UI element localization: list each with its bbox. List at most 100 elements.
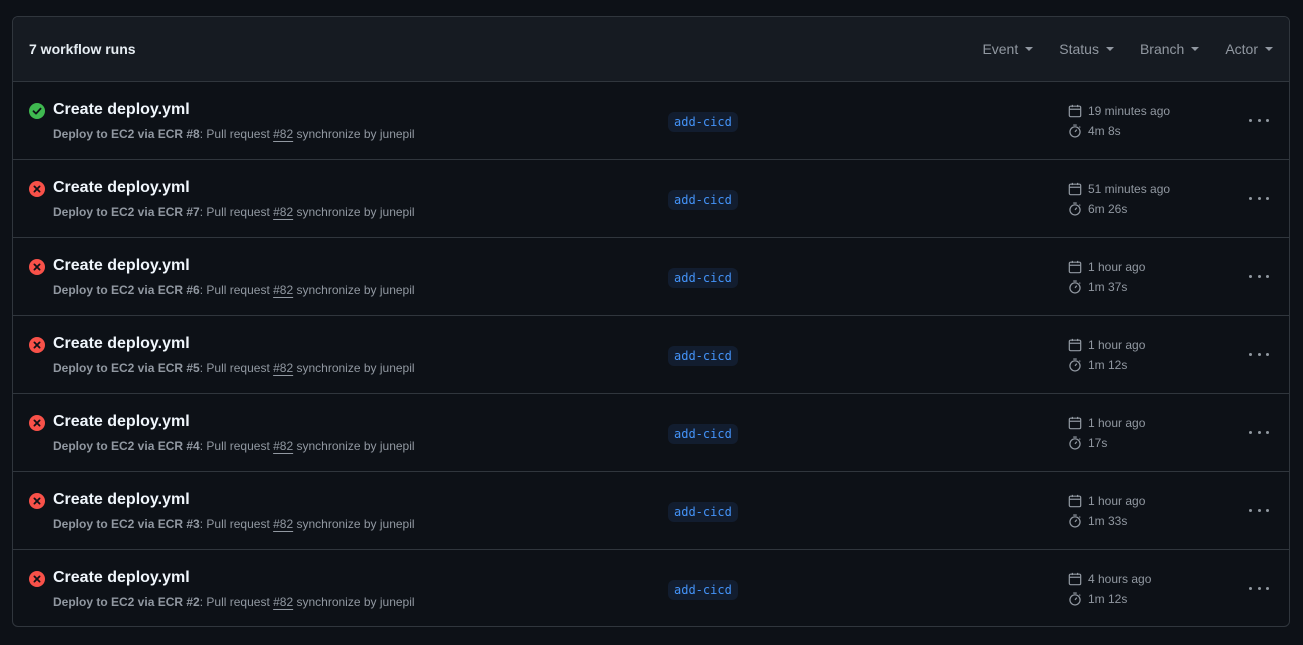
kebab-menu-button[interactable] bbox=[1249, 346, 1269, 362]
kebab-dot-icon bbox=[1249, 508, 1252, 512]
run-workflow-name: Deploy to EC2 via ECR bbox=[53, 517, 184, 531]
run-workflow-name: Deploy to EC2 via ECR bbox=[53, 283, 184, 297]
run-title-link[interactable]: Create deploy.yml bbox=[53, 101, 190, 119]
run-number: #6 bbox=[186, 283, 200, 297]
workflow-run-row: Create deploy.yml Deploy to EC2 via ECR … bbox=[13, 82, 1289, 160]
x-circle-icon bbox=[29, 337, 45, 353]
pull-request-link[interactable]: #82 bbox=[273, 595, 293, 609]
x-circle-icon bbox=[29, 415, 45, 431]
run-number: #2 bbox=[186, 595, 200, 609]
kebab-dot-icon bbox=[1257, 118, 1261, 122]
filter-actor-label: Actor bbox=[1225, 41, 1258, 57]
check-circle-icon bbox=[29, 103, 45, 119]
calendar-icon bbox=[1068, 260, 1082, 274]
run-duration: 1m 12s bbox=[1068, 358, 1127, 372]
run-action-text: synchronize by junepil bbox=[293, 517, 415, 531]
run-duration: 1m 12s bbox=[1068, 592, 1127, 606]
stopwatch-icon bbox=[1069, 280, 1081, 294]
kebab-dot-icon bbox=[1249, 430, 1252, 434]
workflow-runs-list: Create deploy.yml Deploy to EC2 via ECR … bbox=[13, 82, 1289, 626]
branch-label[interactable]: add-cicd bbox=[668, 112, 738, 132]
x-circle-icon bbox=[29, 493, 45, 509]
filter-branch-button[interactable]: Branch bbox=[1139, 41, 1200, 57]
stopwatch-icon bbox=[1069, 592, 1081, 606]
pull-request-link[interactable]: #82 bbox=[273, 283, 293, 297]
pull-request-link[interactable]: #82 bbox=[273, 205, 293, 219]
run-number: #5 bbox=[186, 361, 200, 375]
filter-actor-button[interactable]: Actor bbox=[1225, 41, 1273, 57]
run-event-text: : Pull request bbox=[199, 439, 274, 453]
kebab-dot-icon bbox=[1257, 274, 1261, 278]
calendar-icon bbox=[1068, 494, 1082, 508]
filter-status-label: Status bbox=[1059, 41, 1099, 57]
x-circle-icon bbox=[29, 181, 45, 197]
kebab-dot-icon bbox=[1257, 430, 1261, 434]
run-duration: 6m 26s bbox=[1068, 202, 1127, 216]
branch-label[interactable]: add-cicd bbox=[668, 268, 738, 288]
branch-label[interactable]: add-cicd bbox=[668, 346, 738, 366]
run-duration-text: 1m 33s bbox=[1088, 514, 1128, 528]
branch-label[interactable]: add-cicd bbox=[668, 502, 738, 522]
branch-label[interactable]: add-cicd bbox=[668, 580, 738, 600]
run-workflow-name: Deploy to EC2 via ECR bbox=[53, 127, 184, 141]
run-meta: Deploy to EC2 via ECR #6: Pull request #… bbox=[53, 283, 415, 297]
stopwatch-icon bbox=[1069, 436, 1081, 450]
run-time-ago-text: 19 minutes ago bbox=[1088, 104, 1171, 118]
kebab-dot-icon bbox=[1266, 118, 1269, 122]
run-time-ago: 1 hour ago bbox=[1068, 494, 1145, 508]
run-time-ago: 1 hour ago bbox=[1068, 416, 1145, 430]
run-meta: Deploy to EC2 via ECR #7: Pull request #… bbox=[53, 205, 415, 219]
calendar-icon bbox=[1068, 416, 1082, 430]
run-event-text: : Pull request bbox=[199, 595, 274, 609]
chevron-down-icon bbox=[1265, 47, 1273, 51]
workflow-run-row: Create deploy.yml Deploy to EC2 via ECR … bbox=[13, 316, 1289, 394]
kebab-menu-button[interactable] bbox=[1249, 112, 1269, 128]
run-time-ago-text: 51 minutes ago bbox=[1088, 182, 1171, 196]
workflow-run-row: Create deploy.yml Deploy to EC2 via ECR … bbox=[13, 550, 1289, 626]
run-event-text: : Pull request bbox=[199, 127, 274, 141]
workflow-runs-box: 7 workflow runs Event Status Branch Acto… bbox=[12, 16, 1290, 627]
kebab-menu-button[interactable] bbox=[1249, 580, 1269, 596]
run-number: #7 bbox=[186, 205, 200, 219]
branch-label[interactable]: add-cicd bbox=[668, 424, 738, 444]
kebab-dot-icon bbox=[1266, 430, 1269, 434]
workflow-run-row: Create deploy.yml Deploy to EC2 via ECR … bbox=[13, 394, 1289, 472]
branch-label[interactable]: add-cicd bbox=[668, 190, 738, 210]
run-meta: Deploy to EC2 via ECR #4: Pull request #… bbox=[53, 439, 415, 453]
run-title-link[interactable]: Create deploy.yml bbox=[53, 569, 190, 587]
kebab-menu-button[interactable] bbox=[1249, 424, 1269, 440]
run-title-link[interactable]: Create deploy.yml bbox=[53, 335, 190, 353]
run-time-ago-text: 1 hour ago bbox=[1088, 338, 1146, 352]
pull-request-link[interactable]: #82 bbox=[273, 361, 293, 375]
kebab-dot-icon bbox=[1266, 352, 1269, 356]
kebab-menu-button[interactable] bbox=[1249, 502, 1269, 518]
kebab-dot-icon bbox=[1266, 196, 1269, 200]
filter-branch-label: Branch bbox=[1139, 41, 1185, 57]
pull-request-link[interactable]: #82 bbox=[273, 127, 293, 141]
run-time-ago: 1 hour ago bbox=[1068, 338, 1145, 352]
kebab-menu-button[interactable] bbox=[1249, 268, 1269, 284]
filter-event-button[interactable]: Event bbox=[982, 41, 1034, 57]
kebab-dot-icon bbox=[1266, 508, 1269, 512]
run-title-link[interactable]: Create deploy.yml bbox=[53, 257, 190, 275]
filter-status-button[interactable]: Status bbox=[1059, 41, 1114, 57]
pull-request-link[interactable]: #82 bbox=[273, 439, 293, 453]
run-meta: Deploy to EC2 via ECR #3: Pull request #… bbox=[53, 517, 415, 531]
calendar-icon bbox=[1068, 104, 1082, 118]
run-duration-text: 4m 8s bbox=[1088, 124, 1121, 138]
run-title-link[interactable]: Create deploy.yml bbox=[53, 179, 190, 197]
run-time-ago: 4 hours ago bbox=[1068, 572, 1151, 586]
run-title-link[interactable]: Create deploy.yml bbox=[53, 491, 190, 509]
kebab-dot-icon bbox=[1249, 586, 1252, 590]
run-number: #3 bbox=[186, 517, 200, 531]
run-number: #4 bbox=[186, 439, 200, 453]
chevron-down-icon bbox=[1105, 47, 1114, 51]
kebab-dot-icon bbox=[1257, 508, 1261, 512]
pull-request-link[interactable]: #82 bbox=[273, 517, 293, 531]
run-action-text: synchronize by junepil bbox=[293, 127, 415, 141]
kebab-menu-button[interactable] bbox=[1249, 190, 1269, 206]
run-title-link[interactable]: Create deploy.yml bbox=[53, 413, 190, 431]
stopwatch-icon bbox=[1069, 514, 1081, 528]
run-duration: 17s bbox=[1068, 436, 1107, 450]
kebab-dot-icon bbox=[1249, 196, 1252, 200]
